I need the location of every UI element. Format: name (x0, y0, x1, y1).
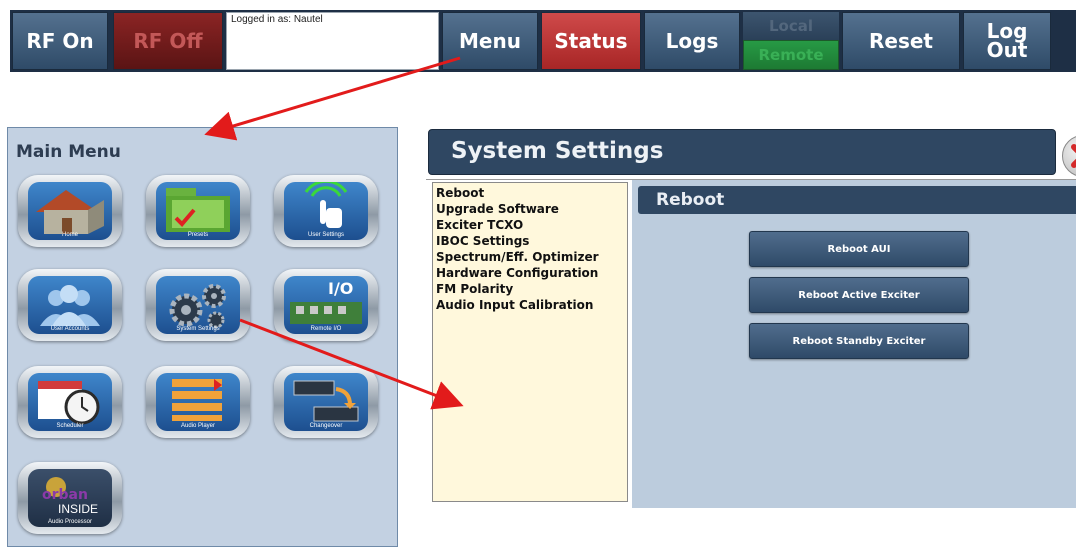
menu-button[interactable]: Menu (442, 12, 538, 70)
main-menu-panel: Main Menu Home Presets User Settings Use… (7, 127, 398, 547)
reset-button[interactable]: Reset (842, 12, 960, 70)
audio-player-label: Audio Player (180, 423, 216, 429)
remote-option[interactable]: Remote (743, 40, 839, 70)
home-label: Home (61, 232, 78, 238)
changeover-tile[interactable]: Changeover (274, 366, 378, 438)
menu-item-hardware-configuration[interactable]: Hardware Configuration (436, 265, 624, 281)
menu-item-spectrum-optimizer[interactable]: Spectrum/Eff. Optimizer (436, 249, 624, 265)
inside-text: INSIDE (58, 502, 98, 516)
presets-tile[interactable]: Presets (146, 175, 250, 247)
calendar-clock-icon: Scheduler (28, 373, 112, 431)
status-button[interactable]: Status (541, 12, 641, 70)
settings-menu-list: Reboot Upgrade Software Exciter TCXO IBO… (432, 182, 628, 502)
reboot-panel: Reboot Reboot AUI Reboot Active Exciter … (632, 180, 1076, 508)
system-settings-tile[interactable]: System Settings (146, 269, 250, 341)
system-settings-window: System Settings Reboot Upgrade Software … (426, 127, 1076, 508)
reboot-aui-button[interactable]: Reboot AUI (749, 231, 969, 267)
reboot-active-exciter-button[interactable]: Reboot Active Exciter (749, 277, 969, 313)
top-toolbar: RF On RF Off Logged in as: Nautel Menu S… (10, 10, 1076, 72)
rf-off-button[interactable]: RF Off (113, 12, 223, 70)
gears-icon: System Settings (156, 276, 240, 334)
local-option[interactable]: Local (743, 12, 839, 40)
remote-io-label: Remote I/O (310, 326, 342, 332)
home-tile[interactable]: Home (18, 175, 122, 247)
local-remote-toggle[interactable]: Local Remote (743, 12, 839, 70)
settings-body: Reboot Upgrade Software Exciter TCXO IBO… (426, 179, 1076, 508)
home-icon: Home (28, 182, 112, 240)
audio-processor-label: Audio Processor (47, 519, 93, 525)
orban-inside-icon: orban INSIDE Audio Processor (28, 469, 112, 527)
reboot-standby-exciter-button[interactable]: Reboot Standby Exciter (749, 323, 969, 359)
user-accounts-label: User Accounts (50, 326, 90, 332)
close-button[interactable] (1062, 135, 1076, 177)
menu-item-reboot[interactable]: Reboot (436, 185, 624, 201)
playlist-icon: Audio Player (156, 373, 240, 431)
logout-button[interactable]: Log Out (963, 12, 1051, 70)
user-settings-tile[interactable]: User Settings (274, 175, 378, 247)
scheduler-tile[interactable]: Scheduler (18, 366, 122, 438)
io-text: I/O (328, 279, 353, 298)
users-icon: User Accounts (28, 276, 112, 334)
scheduler-label: Scheduler (56, 423, 84, 429)
audio-player-tile[interactable]: Audio Player (146, 366, 250, 438)
system-settings-label: System Settings (176, 326, 220, 332)
main-menu-title: Main Menu (16, 142, 121, 162)
menu-item-exciter-tcxo[interactable]: Exciter TCXO (436, 217, 624, 233)
menu-item-iboc-settings[interactable]: IBOC Settings (436, 233, 624, 249)
remote-io-tile[interactable]: I/O Remote I/O (274, 269, 378, 341)
login-status-box: Logged in as: Nautel (226, 12, 439, 70)
presets-icon: Presets (156, 182, 240, 240)
logout-line2: Out (986, 38, 1028, 62)
user-settings-label: User Settings (307, 232, 344, 238)
changeover-icon: Changeover (284, 373, 368, 431)
menu-item-audio-input-calibration[interactable]: Audio Input Calibration (436, 297, 624, 313)
menu-item-fm-polarity[interactable]: FM Polarity (436, 281, 624, 297)
close-icon (1071, 144, 1076, 168)
presets-label: Presets (187, 232, 209, 238)
audio-processor-tile[interactable]: orban INSIDE Audio Processor (18, 462, 122, 534)
orban-text: orban (42, 487, 88, 503)
system-settings-title: System Settings (428, 129, 1056, 175)
touch-settings-icon: User Settings (284, 182, 368, 240)
rf-on-button[interactable]: RF On (12, 12, 108, 70)
user-accounts-tile[interactable]: User Accounts (18, 269, 122, 341)
section-header: Reboot (638, 186, 1076, 214)
logs-button[interactable]: Logs (644, 12, 740, 70)
circuit-board-icon: I/O Remote I/O (284, 276, 368, 334)
changeover-label: Changeover (309, 423, 343, 429)
menu-item-upgrade-software[interactable]: Upgrade Software (436, 201, 624, 217)
